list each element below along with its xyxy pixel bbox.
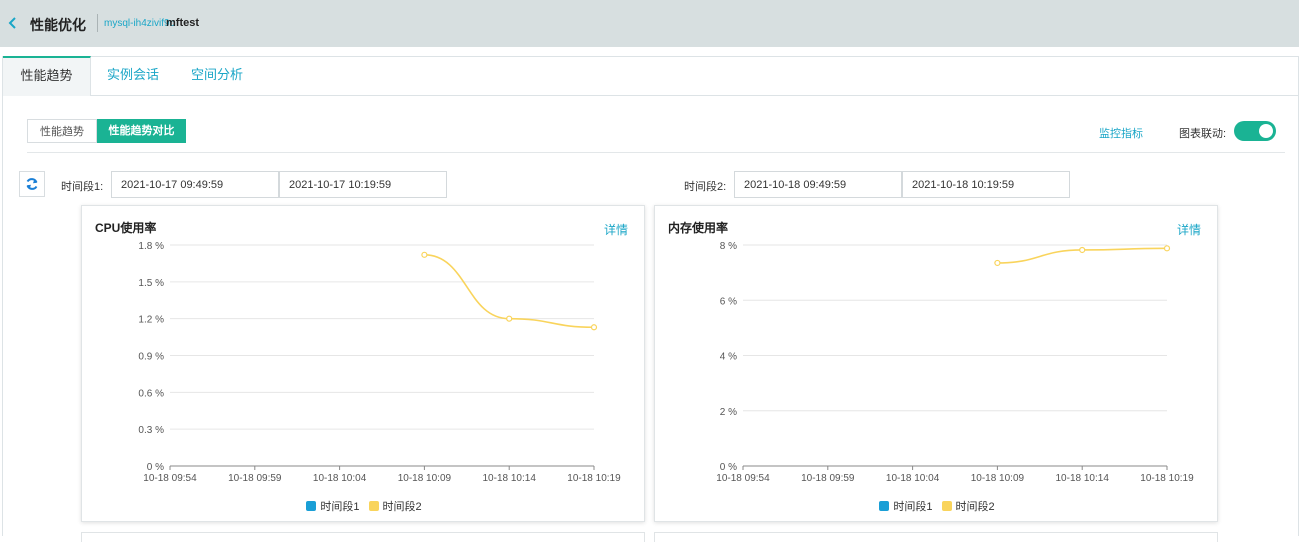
instance-name: mftest: [166, 17, 200, 29]
legend-swatch: [306, 501, 317, 511]
y-tick-label: 0 %: [720, 462, 737, 473]
cpu-chart-svg: 1.8 %1.5 %1.2 %0.9 %0.6 %0.3 %0 %10-18 0…: [138, 241, 621, 484]
legend-swatch: [879, 501, 890, 511]
data-point[interactable]: [1079, 246, 1086, 254]
range2-start-input[interactable]: [734, 171, 902, 198]
chart-detail-link[interactable]: 详情: [1177, 221, 1201, 238]
monitor-metrics-link[interactable]: 监控指标: [1099, 125, 1143, 141]
x-tick-label: 10-18 09:54: [143, 473, 197, 484]
range1-label: 时间段1:: [61, 181, 104, 193]
chart-link-toggle[interactable]: [1234, 121, 1276, 141]
cpu-chart-card: 1.8 % 1.5 % 1.2 % 0.9 % 0.6 % 0.3 % 0 % 10-18 0…: [81, 205, 645, 522]
chart-detail-link[interactable]: 详情: [604, 221, 628, 238]
subtab-trend-compare[interactable]: 性能趋势对比: [97, 119, 186, 143]
x-tick-label: 10-18 10:14: [483, 473, 537, 484]
legend-label: 时间段1: [893, 501, 933, 513]
chart-link-label: 图表联动:: [1179, 128, 1227, 140]
instance-id-link[interactable]: mysql-ih4zivif9c: [104, 18, 175, 29]
tab-instance-sessions[interactable]: 实例会话: [107, 57, 159, 95]
divider: [27, 152, 1285, 153]
data-point[interactable]: [506, 315, 513, 322]
data-point[interactable]: [1163, 245, 1171, 252]
chart-legend: 时间段1 时间段2: [82, 498, 646, 514]
x-tick-label: 10-18 09:59: [801, 473, 855, 484]
y-tick-label: 1.5 %: [138, 278, 164, 289]
x-tick-label: 10-18 09:59: [228, 473, 282, 484]
x-tick-label: 10-18 10:14: [1056, 473, 1110, 484]
data-point[interactable]: [421, 251, 428, 258]
y-tick-label: 0.3 %: [138, 425, 164, 436]
chart-title: 内存使用率: [668, 221, 729, 235]
legend-item-series1[interactable]: 时间段1: [306, 498, 359, 514]
top-bar: 性能优化 mysql-ih4zivif9c mftest: [0, 0, 1299, 47]
refresh-icon: [26, 178, 38, 190]
legend-swatch: [368, 501, 379, 511]
chart-title: CPU使用率: [95, 221, 157, 235]
data-point[interactable]: [590, 324, 598, 331]
legend-label: 时间段2: [382, 501, 422, 513]
data-point[interactable]: [994, 259, 1001, 267]
range1-end-input[interactable]: [279, 171, 447, 198]
y-tick-label: 1.2 %: [138, 315, 164, 326]
legend-item-series1[interactable]: 时间段1: [879, 498, 932, 514]
y-tick-label: 2 %: [720, 407, 737, 418]
x-tick-label: 10-18 09:54: [716, 473, 770, 484]
x-tick-label: 10-18 10:09: [971, 473, 1025, 484]
main-tabs: 性能趋势 实例会话 空间分析: [3, 56, 1298, 96]
toggle-knob: [1259, 124, 1273, 138]
y-tick-label: 8 %: [720, 241, 737, 252]
x-tick-label: 10-18 10:09: [398, 473, 452, 484]
x-tick-label: 10-18 10:04: [886, 473, 940, 484]
legend-label: 时间段1: [320, 501, 360, 513]
tab-performance-trend[interactable]: 性能趋势: [3, 56, 91, 96]
subtab-performance-trend[interactable]: 性能趋势: [27, 119, 97, 143]
y-tick-label: 1.8 %: [138, 241, 164, 252]
next-chart-card: [654, 532, 1218, 542]
title-divider: [97, 14, 98, 32]
y-tick-label: 0 %: [147, 462, 164, 473]
refresh-button[interactable]: [19, 171, 45, 197]
legend-swatch: [941, 501, 952, 511]
y-tick-label: 6 %: [720, 296, 737, 307]
x-tick-label: 10-18 10:19: [567, 473, 621, 484]
legend-item-series2[interactable]: 时间段2: [368, 498, 422, 514]
legend-label: 时间段2: [955, 501, 995, 513]
y-tick-label: 0.9 %: [138, 352, 164, 363]
page-title: 性能优化: [30, 17, 86, 33]
chevron-left-icon[interactable]: [6, 15, 20, 31]
main-panel: 性能趋势 实例会话 空间分析 性能趋势 性能趋势对比 监控指标 图表联动: 时间…: [2, 56, 1299, 542]
next-chart-card: [81, 532, 645, 542]
x-tick-label: 10-18 10:04: [313, 473, 367, 484]
memory-chart-svg: 8 % 6 % 4 % 2 % 0 %10-18 09:54 10-18 09:59 10-…: [716, 241, 1194, 484]
x-tick-label: 10-18 10:19: [1140, 473, 1194, 484]
y-tick-label: 4 %: [720, 352, 737, 363]
legend-item-series2[interactable]: 时间段2: [941, 498, 995, 514]
tab-space-analysis[interactable]: 空间分析: [191, 57, 243, 95]
chart-legend: 时间段1 时间段2: [655, 498, 1219, 514]
range1-start-input[interactable]: [111, 171, 279, 198]
memory-chart-card: 8 % 6 % 4 % 2 % 0 % 10-18 09:54 10-18 09:59 10-…: [654, 205, 1218, 522]
y-tick-label: 0.6 %: [138, 388, 164, 399]
range2-end-input[interactable]: [902, 171, 1070, 198]
range2-label: 时间段2:: [684, 181, 727, 193]
